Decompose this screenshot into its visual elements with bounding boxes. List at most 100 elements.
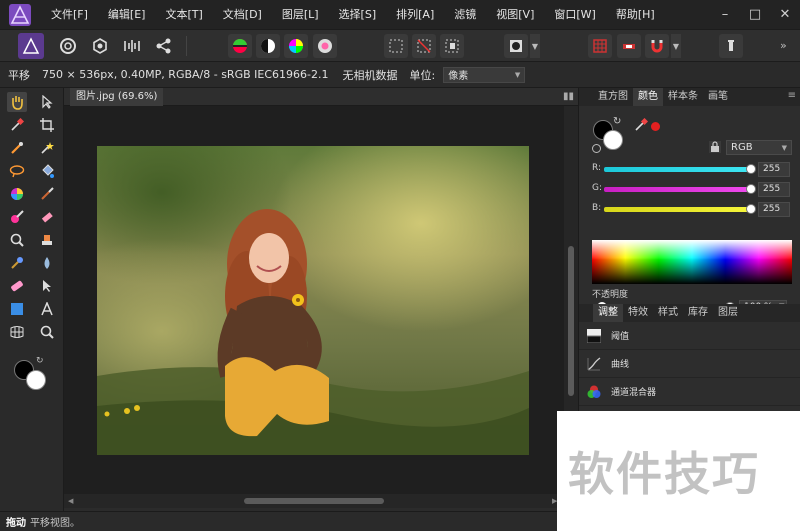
white-balance-icon[interactable] — [313, 34, 337, 58]
snapping-icon[interactable] — [617, 34, 641, 58]
text-tool-icon[interactable] — [37, 299, 57, 319]
secondary-color-swatch[interactable] — [603, 130, 623, 150]
contrast-icon[interactable] — [256, 34, 280, 58]
dodge-tool-icon[interactable] — [7, 230, 27, 250]
panel-menu-icon[interactable]: ≡ — [788, 90, 796, 101]
tool-secondary-color-swatch[interactable] — [26, 370, 46, 390]
blur-tool-icon[interactable] — [37, 253, 57, 273]
menu-window[interactable]: 窗口[W] — [544, 0, 605, 29]
assistant-icon[interactable] — [588, 34, 612, 58]
blue-slider[interactable] — [604, 207, 752, 212]
flood-select-tool-icon[interactable] — [37, 138, 57, 158]
tab-menu-icon[interactable]: ▮▮ — [563, 91, 574, 102]
rectangle-tool-icon[interactable] — [7, 299, 27, 319]
horizontal-scrollbar[interactable]: ◀ ▶ — [64, 494, 578, 508]
selection-brush-tool-icon[interactable] — [7, 138, 27, 158]
color-picker-icon[interactable] — [634, 118, 648, 132]
tab-effects[interactable]: 特效 — [623, 304, 653, 322]
menu-document[interactable]: 文档[D] — [213, 0, 272, 29]
no-selection-icon[interactable] — [412, 34, 436, 58]
inpainting-tool-icon[interactable] — [7, 253, 27, 273]
horizontal-scroll-thumb[interactable] — [244, 498, 384, 504]
tab-swatches[interactable]: 样本条 — [663, 88, 703, 106]
canvas-area[interactable] — [64, 106, 564, 494]
current-tool-label: 平移 — [8, 68, 30, 82]
quick-mask-dropdown[interactable]: ▼ — [530, 34, 540, 58]
adjustment-curves[interactable]: 曲线 — [579, 350, 800, 378]
menu-select[interactable]: 选择[S] — [329, 0, 387, 29]
red-slider[interactable] — [604, 167, 752, 172]
blue-slider-knob[interactable] — [746, 204, 756, 214]
develop-persona-icon[interactable] — [88, 34, 112, 58]
paint-brush-tool-icon[interactable] — [37, 184, 57, 204]
crop-tool-icon[interactable] — [37, 115, 57, 135]
tab-styles[interactable]: 样式 — [653, 304, 683, 322]
tab-brushes[interactable]: 画笔 — [703, 88, 733, 106]
tone-mapping-persona-icon[interactable] — [120, 34, 144, 58]
menu-file[interactable]: 文件[F] — [41, 0, 98, 29]
flood-fill-tool-icon[interactable] — [37, 161, 57, 181]
freehand-selection-tool-icon[interactable] — [7, 161, 27, 181]
document-tab[interactable]: 图片.jpg (69.6%) — [70, 87, 164, 106]
hand-tool-icon[interactable] — [7, 92, 27, 112]
adjustment-threshold[interactable]: 阈值 — [579, 322, 800, 350]
tab-layers[interactable]: 图层 — [713, 304, 743, 322]
red-value-field[interactable]: 255 — [758, 162, 790, 177]
menu-text[interactable]: 文本[T] — [155, 0, 212, 29]
unit-select[interactable]: 像素 ▼ — [443, 66, 526, 83]
photo-persona-icon[interactable] — [18, 33, 44, 59]
quick-mask-icon[interactable] — [504, 34, 528, 58]
green-slider-knob[interactable] — [746, 184, 756, 194]
color-picker-tool-icon[interactable] — [7, 115, 27, 135]
picked-color-swatch[interactable] — [651, 122, 660, 131]
close-icon[interactable]: ✕ — [770, 0, 800, 29]
color-wheel-tool-icon[interactable] — [7, 184, 27, 204]
menu-edit[interactable]: 编辑[E] — [98, 0, 156, 29]
invert-selection-icon[interactable] — [440, 34, 464, 58]
color-spectrum[interactable] — [592, 240, 792, 284]
magnet-icon[interactable] — [645, 34, 669, 58]
vertical-scroll-thumb[interactable] — [568, 246, 574, 396]
adjustment-panel-tabs: 调整 特效 样式 库存 图层 — [579, 304, 800, 322]
swap-colors-icon[interactable]: ↻ — [613, 116, 621, 127]
color-model-select[interactable]: RGB ▼ — [726, 140, 792, 155]
green-slider[interactable] — [604, 187, 752, 192]
tab-histogram[interactable]: 直方图 — [593, 88, 633, 106]
tab-stock[interactable]: 库存 — [683, 304, 713, 322]
green-value-field[interactable]: 255 — [758, 182, 790, 197]
toolbar-overflow-icon[interactable]: » — [780, 39, 787, 52]
blue-value-field[interactable]: 255 — [758, 202, 790, 217]
maximize-icon[interactable]: □ — [740, 0, 770, 29]
erase-brush-tool-icon[interactable] — [37, 207, 57, 227]
marquee-icon[interactable] — [384, 34, 408, 58]
menu-arrange[interactable]: 排列[A] — [386, 0, 444, 29]
clone-tool-icon[interactable] — [37, 230, 57, 250]
zoom-tool-icon[interactable] — [37, 322, 57, 342]
move-tool-icon[interactable] — [37, 92, 57, 112]
transparent-swatch-icon[interactable] — [592, 144, 601, 153]
magnet-dropdown[interactable]: ▼ — [671, 34, 681, 58]
scroll-left-icon[interactable]: ◀ — [68, 497, 73, 505]
mixer-brush-tool-icon[interactable] — [7, 207, 27, 227]
menu-view[interactable]: 视图[V] — [486, 0, 544, 29]
share-icon[interactable] — [152, 34, 176, 58]
menu-help[interactable]: 帮助[H] — [606, 0, 665, 29]
red-slider-knob[interactable] — [746, 164, 756, 174]
hue-wheel-icon[interactable] — [284, 34, 308, 58]
unit-label: 单位: — [409, 68, 436, 82]
order-icon[interactable] — [719, 34, 743, 58]
patch-tool-icon[interactable] — [7, 276, 27, 296]
tab-adjustments[interactable]: 调整 — [593, 304, 623, 322]
menu-filters[interactable]: 滤镜 — [444, 0, 486, 29]
tab-color[interactable]: 颜色 — [633, 88, 663, 106]
menu-layer[interactable]: 图层[L] — [272, 0, 329, 29]
liquify-persona-icon[interactable] — [56, 34, 80, 58]
mesh-warp-tool-icon[interactable] — [7, 322, 27, 342]
swap-colors-icon[interactable]: ↻ — [36, 356, 44, 366]
lock-icon[interactable] — [709, 141, 721, 153]
color-model-value: RGB — [731, 142, 753, 153]
minimize-icon[interactable]: – — [710, 0, 740, 29]
node-tool-icon[interactable] — [37, 276, 57, 296]
adjustment-channel-mixer[interactable]: 通道混合器 — [579, 378, 800, 406]
color-wheel-icon[interactable] — [228, 34, 252, 58]
